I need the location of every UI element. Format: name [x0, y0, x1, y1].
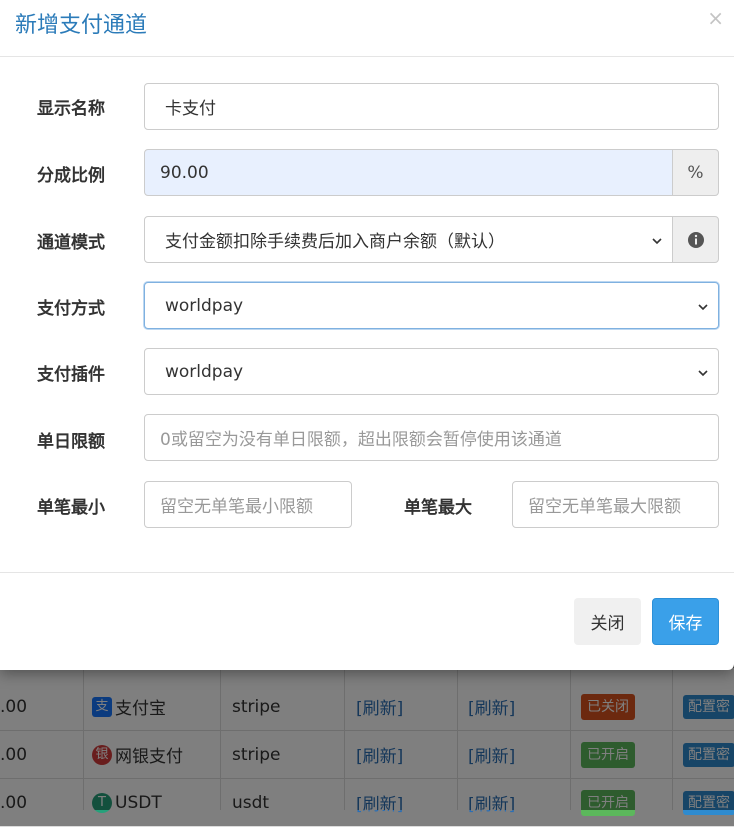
- pay-method-label: 支付方式: [37, 299, 105, 319]
- daily-limit-label: 单日限额: [37, 432, 105, 452]
- max-single-label: 单笔最大: [404, 498, 472, 518]
- split-ratio-label: 分成比例: [37, 166, 105, 186]
- pay-method-value: worldpay: [165, 295, 244, 316]
- channel-mode-label: 通道模式: [37, 233, 105, 253]
- display-name-input[interactable]: 卡支付: [144, 83, 719, 130]
- close-button[interactable]: 关闭: [574, 598, 641, 645]
- pay-plugin-label: 支付插件: [37, 365, 105, 385]
- add-channel-modal: 新增支付通道 × 显示名称 卡支付 分成比例 90.00 % 通道模式 支付金额…: [0, 0, 734, 670]
- daily-limit-input[interactable]: 0或留空为没有单日限额，超出限额会暂停使用该通道: [144, 414, 719, 461]
- min-single-label: 单笔最小: [37, 498, 105, 518]
- pay-method-select[interactable]: worldpay: [144, 282, 719, 329]
- display-name-label: 显示名称: [37, 99, 105, 119]
- info-addon[interactable]: [672, 216, 719, 263]
- modal-header: 新增支付通道 ×: [0, 0, 734, 57]
- chevron-down-icon: [698, 303, 708, 310]
- min-single-input[interactable]: 留空无单笔最小限额: [144, 481, 352, 528]
- chevron-down-icon: [652, 237, 662, 244]
- max-single-input[interactable]: 留空无单笔最大限额: [512, 481, 719, 528]
- pay-plugin-select[interactable]: worldpay: [144, 348, 719, 395]
- chevron-down-icon: [698, 369, 708, 376]
- modal-title: 新增支付通道: [15, 13, 148, 38]
- percent-addon: %: [672, 149, 719, 196]
- split-ratio-input[interactable]: 90.00: [144, 149, 673, 196]
- pay-plugin-value: worldpay: [165, 361, 244, 382]
- channel-mode-select[interactable]: 支付金额扣除手续费后加入商户余额（默认）: [144, 216, 673, 263]
- close-icon[interactable]: ×: [707, 6, 724, 30]
- save-button[interactable]: 保存: [652, 598, 719, 645]
- modal-footer-divider: [0, 572, 734, 573]
- info-circle-icon: [687, 231, 704, 248]
- channel-mode-value: 支付金额扣除手续费后加入商户余额（默认）: [165, 232, 505, 252]
